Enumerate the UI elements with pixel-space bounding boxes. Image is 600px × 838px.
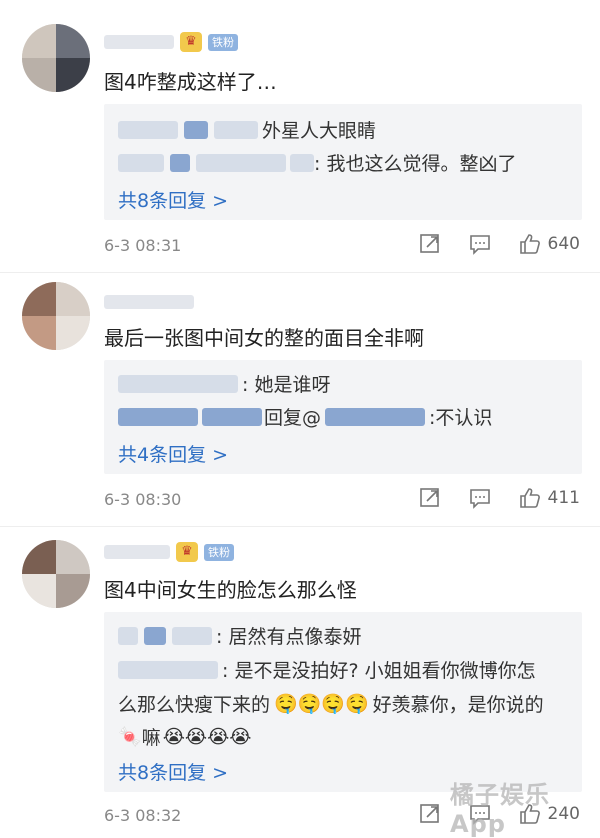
- share-icon[interactable]: [418, 486, 442, 510]
- reply-line: : 是不是没拍好? 小姐姐看你微博你怎: [118, 656, 536, 683]
- more-replies-link[interactable]: 共8条回复 >: [118, 186, 228, 213]
- action-bar: 411: [418, 486, 580, 510]
- like-button[interactable]: 640: [518, 232, 580, 256]
- crown-icon: ♛: [176, 542, 198, 562]
- avatar[interactable]: [22, 24, 90, 92]
- more-replies-link[interactable]: 共4条回复 >: [118, 440, 228, 467]
- share-icon[interactable]: [418, 232, 442, 256]
- reply-line: 回复@ :不认识: [118, 403, 492, 430]
- like-button[interactable]: 411: [518, 486, 580, 510]
- username[interactable]: ♛ 铁粉: [104, 542, 234, 562]
- like-count: 411: [547, 488, 580, 508]
- like-icon: [518, 232, 542, 256]
- reply-line: 🍬 嘛 😭😭😭😭: [118, 723, 252, 750]
- reply-box[interactable]: : 她是谁呀 回复@ :不认识 共4条回复 >: [104, 360, 582, 474]
- fan-badge: 铁粉: [208, 33, 238, 51]
- reply-line: : 我也这么觉得。整凶了: [118, 149, 516, 176]
- action-bar: 640: [418, 232, 580, 256]
- reply-line: 外星人大眼睛: [118, 116, 376, 143]
- watermark: 橘子娱乐App: [450, 781, 550, 838]
- reply-line: 么那么快瘦下来的 🤤🤤🤤🤤 好羡慕你，是你说的: [118, 690, 544, 717]
- like-count: 640: [547, 234, 580, 254]
- reply-text: 好羡慕你，是你说的: [372, 694, 544, 716]
- timestamp: 6-3 08:31: [104, 236, 182, 255]
- avatar[interactable]: [22, 540, 90, 608]
- reply-text: 嘛: [141, 727, 161, 749]
- fan-badge: 铁粉: [204, 543, 234, 561]
- emoji-icon: 🤤🤤🤤🤤: [274, 693, 369, 715]
- emoji-icon: 🍬: [118, 726, 142, 748]
- reply-box[interactable]: 外星人大眼睛 : 我也这么觉得。整凶了 共8条回复 >: [104, 104, 582, 220]
- comment-icon[interactable]: [468, 486, 492, 510]
- reply-text: : 我也这么觉得。整凶了: [314, 153, 517, 175]
- reply-text: : 居然有点像泰妍: [216, 626, 362, 648]
- reply-text: 么那么快瘦下来的: [118, 694, 271, 716]
- avatar[interactable]: [22, 282, 90, 350]
- reply-line: : 居然有点像泰妍: [118, 622, 361, 649]
- timestamp: 6-3 08:30: [104, 490, 182, 509]
- reply-text: 回复@: [264, 407, 322, 429]
- crown-icon: ♛: [180, 32, 202, 52]
- username[interactable]: [104, 292, 194, 312]
- divider: [0, 526, 600, 527]
- comment-text: 图4咋整成这样了…: [104, 70, 277, 94]
- like-icon: [518, 486, 542, 510]
- emoji-icon: 😭😭😭😭: [162, 725, 252, 748]
- reply-text: :不认识: [429, 407, 493, 429]
- username[interactable]: ♛ 铁粉: [104, 32, 238, 52]
- reply-text: 外星人大眼睛: [262, 120, 377, 142]
- reply-box[interactable]: : 居然有点像泰妍 : 是不是没拍好? 小姐姐看你微博你怎 么那么快瘦下来的 🤤…: [104, 612, 582, 792]
- comment-text: 最后一张图中间女的整的面目全非啊: [104, 326, 424, 350]
- timestamp: 6-3 08:32: [104, 806, 182, 825]
- more-replies-link[interactable]: 共8条回复 >: [118, 758, 228, 785]
- reply-text: : 她是谁呀: [242, 374, 331, 396]
- divider: [0, 272, 600, 273]
- comment-text: 图4中间女生的脸怎么那么怪: [104, 578, 357, 602]
- reply-text: : 是不是没拍好? 小姐姐看你微博你怎: [222, 660, 536, 682]
- reply-line: : 她是谁呀: [118, 370, 330, 397]
- comment-icon[interactable]: [468, 232, 492, 256]
- share-icon[interactable]: [418, 802, 442, 826]
